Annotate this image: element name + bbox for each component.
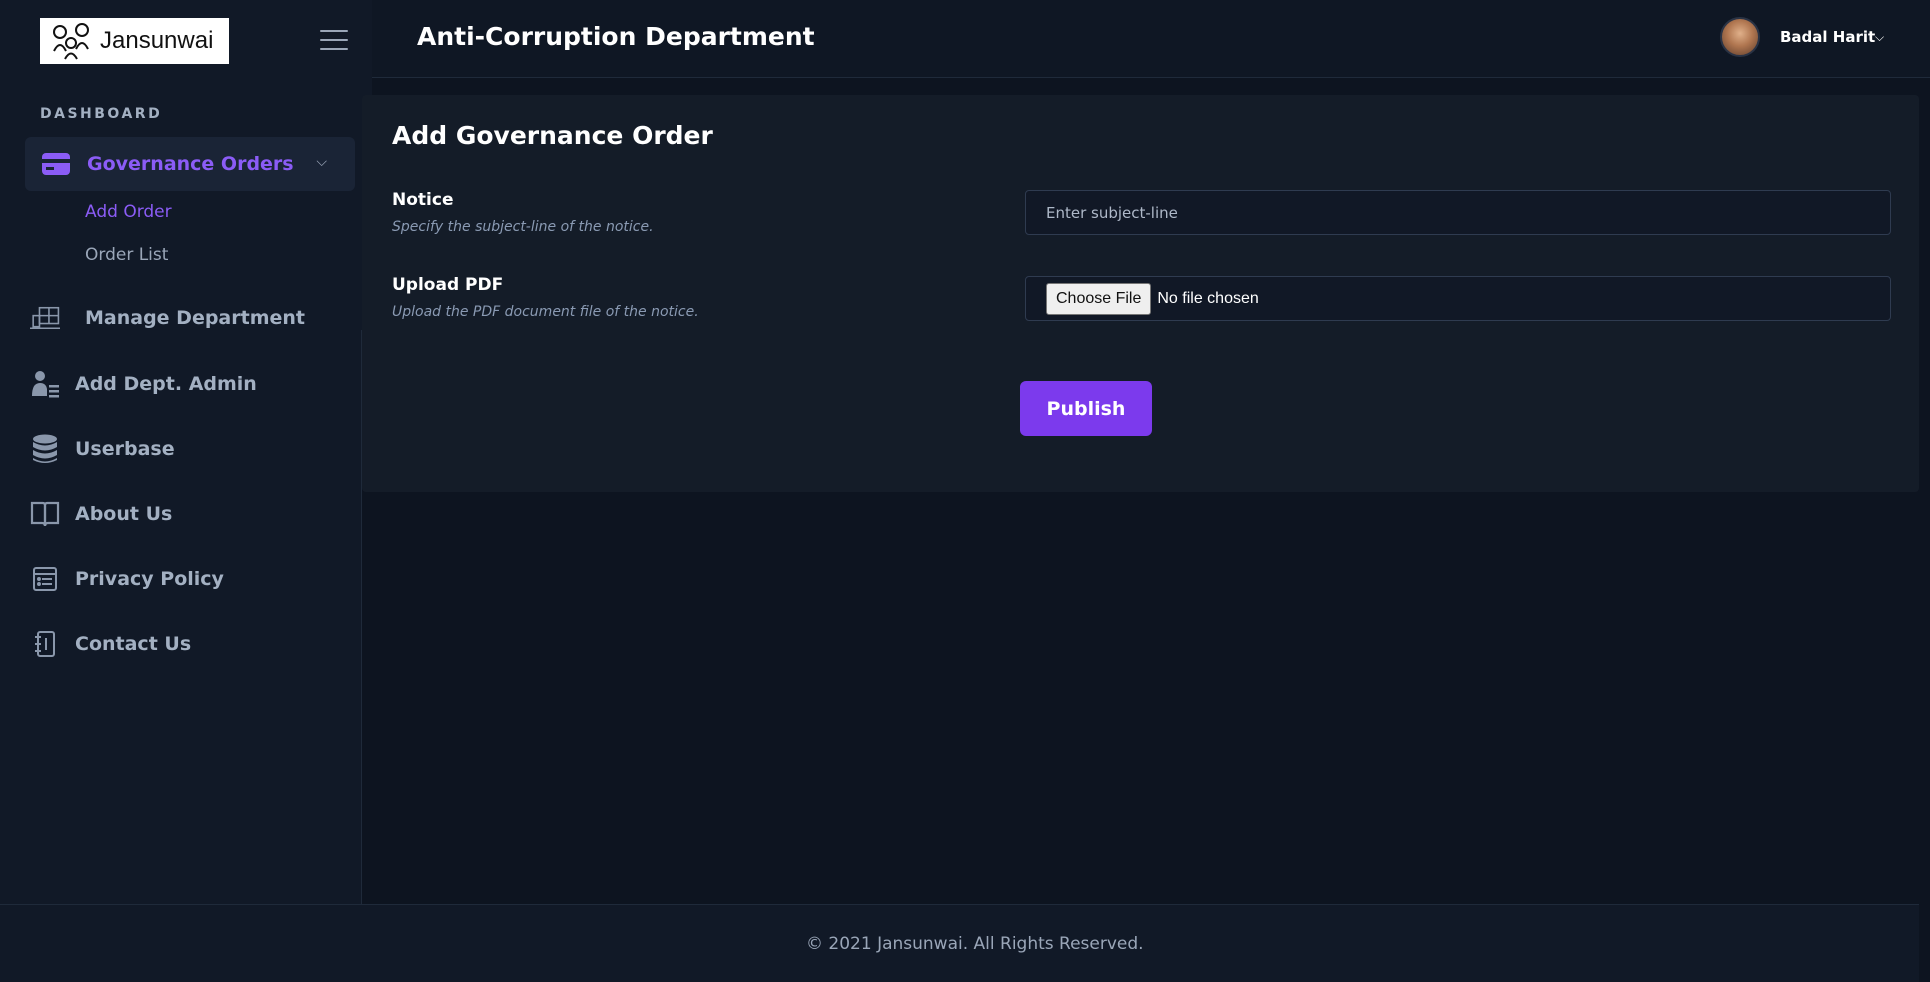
publish-button[interactable]: Publish bbox=[1020, 381, 1152, 436]
pdf-file-input: Choose File No file chosen bbox=[1025, 276, 1891, 321]
credit-card-icon bbox=[42, 153, 70, 175]
menu-toggle-icon[interactable] bbox=[320, 30, 348, 52]
notice-help-text: Specify the subject-line of the notice. bbox=[392, 219, 654, 235]
notice-input-wrapper bbox=[1025, 190, 1891, 235]
book-icon bbox=[30, 499, 60, 529]
form-title: Add Governance Order bbox=[392, 121, 713, 150]
sidebar-item-userbase[interactable]: Userbase bbox=[30, 434, 175, 464]
user-admin-icon bbox=[30, 369, 60, 399]
sidebar-subitem-order-list[interactable]: Order List bbox=[85, 245, 168, 265]
sidebar: Jansunwai DASHBOARD Governance Orders ⌵ … bbox=[0, 0, 372, 330]
sidebar-item-label: Manage Department bbox=[85, 307, 306, 329]
document-list-icon bbox=[30, 564, 60, 594]
upload-help-text: Upload the PDF document file of the noti… bbox=[392, 304, 699, 320]
upload-label: Upload PDF bbox=[392, 275, 504, 295]
page-title: Anti-Corruption Department bbox=[417, 22, 815, 51]
chevron-down-icon[interactable]: ⌵ bbox=[1875, 30, 1884, 45]
sidebar-item-label: Contact Us bbox=[75, 633, 192, 655]
avatar[interactable] bbox=[1720, 17, 1760, 57]
notice-label: Notice bbox=[392, 190, 454, 210]
footer: © 2021 Jansunwai. All Rights Reserved. bbox=[0, 904, 1919, 982]
choose-file-button[interactable]: Choose File bbox=[1046, 282, 1152, 315]
chevron-down-icon[interactable]: ⌵ bbox=[316, 154, 327, 170]
user-menu-name[interactable]: Badal Harit bbox=[1780, 28, 1875, 46]
sidebar-item-label: Privacy Policy bbox=[75, 568, 224, 590]
sidebar-item-label: Governance Orders bbox=[87, 153, 294, 175]
brand-logo[interactable]: Jansunwai bbox=[40, 18, 229, 64]
contact-book-icon bbox=[30, 629, 60, 659]
sidebar-item-privacy-policy[interactable]: Privacy Policy bbox=[30, 564, 224, 594]
notice-subject-input[interactable] bbox=[1046, 203, 1890, 222]
sidebar-item-about-us[interactable]: About Us bbox=[30, 499, 172, 529]
file-status-text: No file chosen bbox=[1157, 289, 1259, 307]
sidebar-section-label: DASHBOARD bbox=[40, 106, 163, 122]
sidebar-item-add-dept-admin[interactable]: Add Dept. Admin bbox=[30, 369, 257, 399]
brand-name: Jansunwai bbox=[100, 27, 214, 54]
building-icon bbox=[30, 303, 60, 333]
sidebar-item-governance-orders[interactable]: Governance Orders ⌵ bbox=[25, 137, 355, 191]
database-icon bbox=[30, 434, 60, 464]
add-order-card: Add Governance Order Notice Specify the … bbox=[362, 95, 1919, 492]
sidebar-item-label: Add Dept. Admin bbox=[75, 373, 257, 395]
sidebar-item-manage-department[interactable]: Manage Department bbox=[30, 303, 305, 333]
sidebar-subitem-add-order[interactable]: Add Order bbox=[85, 202, 172, 222]
sidebar-item-contact-us[interactable]: Contact Us bbox=[30, 629, 191, 659]
people-logo-icon bbox=[53, 23, 89, 60]
top-header: Anti-Corruption Department Badal Harit ⌵ bbox=[372, 0, 1930, 78]
sidebar-item-label: About Us bbox=[75, 503, 173, 525]
sidebar-lower: Add Dept. Admin Userbase About Us Privac… bbox=[0, 330, 362, 904]
sidebar-item-label: Userbase bbox=[75, 438, 175, 460]
copyright-text: © 2021 Jansunwai. All Rights Reserved. bbox=[806, 934, 1144, 954]
